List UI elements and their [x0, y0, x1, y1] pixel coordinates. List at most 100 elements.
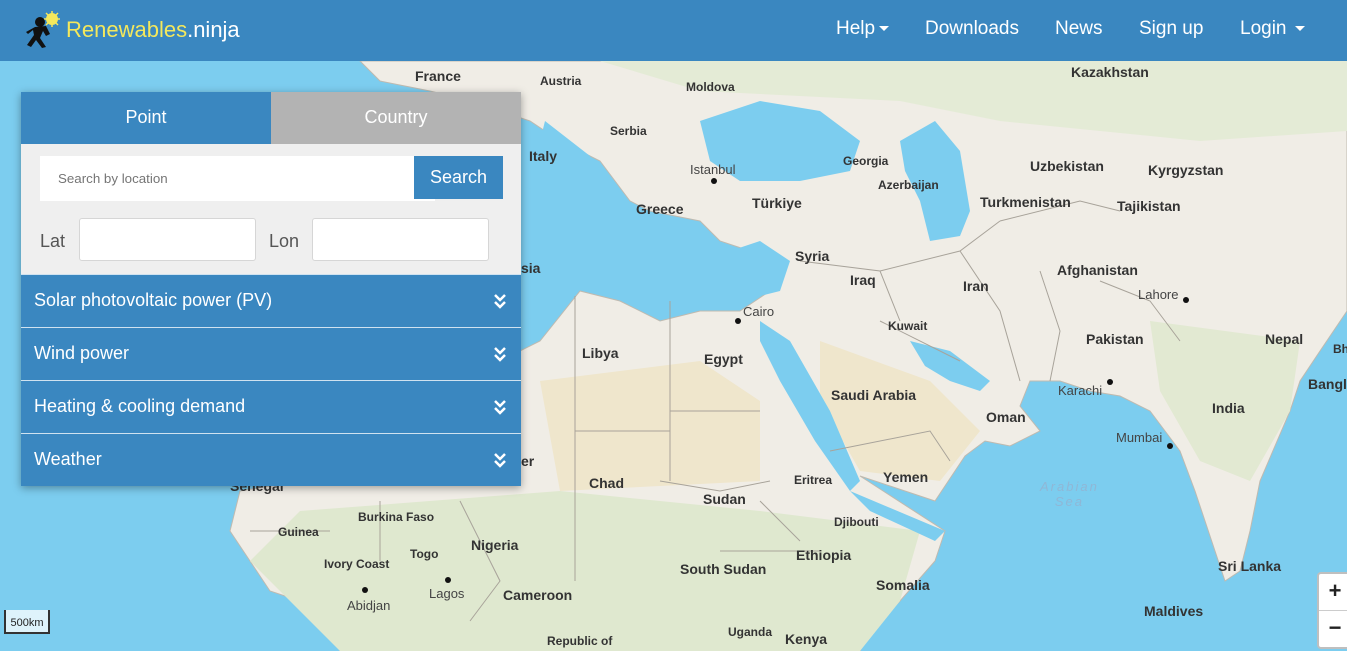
map-label-turkmenistan: Turkmenistan	[980, 194, 1071, 210]
map-city-cairo: Cairo	[743, 304, 775, 319]
brand-logo-link[interactable]: Renewables .ninja	[22, 8, 240, 52]
map-sea-label: Arabian Sea	[1040, 479, 1099, 509]
caret-down-icon	[879, 26, 890, 32]
map-label-nigeria: Nigeria	[471, 537, 519, 553]
map-label-kyrgyzstan: Kyrgyzstan	[1148, 162, 1224, 178]
map-label-uzbekistan: Uzbekistan	[1030, 158, 1104, 174]
nav-signup[interactable]: Sign up	[1139, 18, 1203, 40]
tab-point[interactable]: Point	[21, 92, 271, 151]
map-city-mumbai: Mumbai	[1116, 430, 1163, 445]
map-label-uganda: Uganda	[728, 625, 773, 639]
nav-news-label: News	[1055, 18, 1103, 39]
map-label-austria: Austria	[540, 74, 582, 88]
city-dot-icon	[735, 318, 741, 324]
map-label-turkiye: Türkiye	[752, 195, 802, 211]
map-city-karachi: Karachi	[1058, 383, 1103, 398]
city-dot-icon	[1167, 443, 1173, 449]
nav-help-label: Help	[836, 18, 876, 39]
map-label-burkina-faso: Burkina Faso	[358, 510, 435, 524]
map-sea-label-line2: Sea	[1054, 494, 1084, 509]
section-heating-cooling[interactable]: Heating & cooling demand	[21, 380, 521, 433]
map-label-kenya: Kenya	[785, 631, 828, 647]
ninja-logo-icon	[26, 11, 60, 48]
map-label-bhutan: Bh	[1333, 342, 1347, 356]
nav-login-dropdown[interactable]: Login	[1240, 18, 1305, 40]
double-chevron-down-icon	[494, 400, 506, 415]
nav-news[interactable]: News	[1055, 18, 1103, 40]
map-label-greece: Greece	[636, 201, 684, 217]
map-label-georgia: Georgia	[843, 154, 889, 168]
brand-tld: .ninja	[187, 17, 240, 42]
nav-downloads[interactable]: Downloads	[925, 18, 1019, 40]
map-label-bangladesh: Bangl	[1308, 376, 1347, 392]
tab-country[interactable]: Country	[271, 92, 521, 144]
location-search-area: Search Lat Lon	[21, 144, 521, 274]
zoom-out-button[interactable]: −	[1319, 610, 1347, 647]
map-label-guinea: Guinea	[278, 525, 319, 539]
section-label: Wind power	[34, 343, 130, 363]
lon-label: Lon	[269, 231, 300, 251]
map-label-niger-partial: er	[521, 453, 535, 469]
map-label-azerbaijan: Azerbaijan	[878, 178, 939, 192]
map-label-egypt: Egypt	[704, 351, 743, 367]
selection-panel: Point Country Search Lat Lon Solar photo…	[21, 92, 521, 486]
map-label-italy: Italy	[529, 148, 558, 164]
map-city-lahore: Lahore	[1138, 287, 1179, 302]
map-label-maldives: Maldives	[1144, 603, 1204, 619]
map-label-syria: Syria	[795, 248, 830, 264]
map-label-libya: Libya	[582, 345, 619, 361]
nav-login-label: Login	[1240, 18, 1287, 39]
map-label-india: India	[1212, 400, 1245, 416]
map-sea-label-line1: Arabian	[1040, 479, 1099, 494]
double-chevron-down-icon	[494, 453, 506, 468]
map-label-afghanistan: Afghanistan	[1057, 262, 1138, 278]
map-label-cameroon: Cameroon	[503, 587, 573, 603]
map-city-istanbul: Istanbul	[690, 162, 736, 177]
city-dot-icon	[1183, 297, 1189, 303]
map-label-oman: Oman	[986, 409, 1026, 425]
section-solar-pv[interactable]: Solar photovoltaic power (PV)	[21, 274, 521, 327]
map-label-somalia: Somalia	[876, 577, 930, 593]
city-dot-icon	[362, 587, 368, 593]
map-city-lagos: Lagos	[429, 586, 465, 601]
section-label: Heating & cooling demand	[34, 396, 246, 416]
caret-down-icon	[1294, 26, 1305, 32]
map-label-tajikistan: Tajikistan	[1117, 198, 1181, 214]
section-label: Weather	[34, 449, 102, 469]
map-label-kazakhstan: Kazakhstan	[1071, 64, 1149, 80]
section-wind[interactable]: Wind power	[21, 327, 521, 380]
lat-input[interactable]	[79, 218, 256, 261]
map-zoom-control: + −	[1317, 572, 1347, 649]
map-label-south-sudan: South Sudan	[680, 561, 767, 577]
location-search-input[interactable]	[40, 156, 435, 201]
map-label-saudi-arabia: Saudi Arabia	[831, 387, 917, 403]
search-button[interactable]: Search	[414, 156, 503, 199]
city-dot-icon	[445, 577, 451, 583]
map-label-eritrea: Eritrea	[794, 473, 833, 487]
map-label-iraq: Iraq	[850, 272, 876, 288]
double-chevron-down-icon	[494, 294, 506, 309]
map-label-togo: Togo	[410, 547, 439, 561]
city-dot-icon	[711, 178, 717, 184]
map-label-ivory-coast: Ivory Coast	[324, 557, 390, 571]
map-label-tunisia-partial: sia	[521, 260, 541, 276]
map-label-chad: Chad	[589, 475, 624, 491]
lon-input[interactable]	[312, 218, 489, 261]
map-label-france: France	[415, 68, 461, 84]
map-label-yemen: Yemen	[883, 469, 929, 485]
map-city-abidjan: Abidjan	[347, 598, 391, 613]
map-label-central-african-rep: Republic of	[547, 634, 613, 648]
double-chevron-down-icon	[494, 347, 506, 362]
city-dot-icon	[1107, 379, 1113, 385]
map-label-ethiopia: Ethiopia	[796, 547, 852, 563]
map-label-sudan: Sudan	[703, 491, 746, 507]
nav-signup-label: Sign up	[1139, 18, 1204, 39]
section-weather[interactable]: Weather	[21, 433, 521, 486]
map-label-kuwait: Kuwait	[888, 319, 928, 333]
nav-help-dropdown[interactable]: Help	[836, 18, 890, 40]
lat-label: Lat	[40, 231, 66, 251]
map-label-serbia: Serbia	[610, 124, 647, 138]
zoom-in-button[interactable]: +	[1319, 574, 1347, 610]
map-label-sri-lanka: Sri Lanka	[1218, 558, 1282, 574]
map-label-nepal: Nepal	[1265, 331, 1304, 347]
